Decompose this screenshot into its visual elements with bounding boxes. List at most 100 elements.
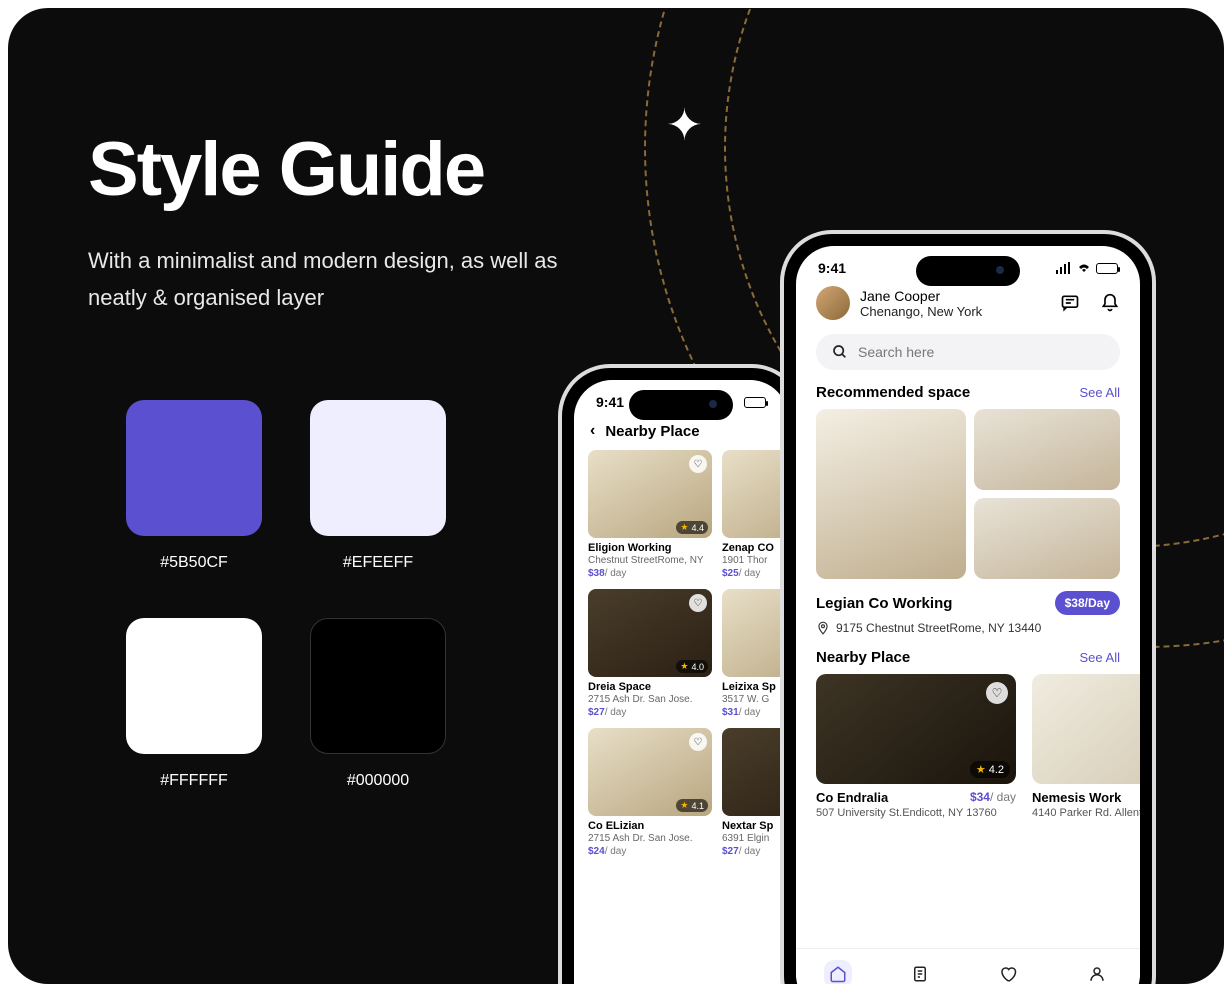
favorite-icon[interactable]: ♡ — [689, 455, 707, 473]
card-image: ♡ ★4.2 — [816, 674, 1016, 784]
nearby-card[interactable]: ♡ Leizixa Sp 3517 W. G $31/ day — [722, 589, 788, 718]
featured-space-address: 9175 Chestnut StreetRome, NY 13440 — [836, 621, 1041, 635]
back-icon[interactable]: ‹ — [590, 422, 595, 440]
card-location: 1901 Thor — [722, 555, 788, 566]
search-input[interactable]: Search here — [816, 334, 1120, 370]
card-title: Nemesis Work — [1032, 790, 1121, 805]
card-title: Zenap CO — [722, 542, 788, 554]
tab-bar: Home Order Favorite Profile — [796, 948, 1140, 984]
tab-home[interactable]: Home — [823, 960, 852, 985]
see-all-link[interactable]: See All — [1080, 385, 1120, 400]
favorite-icon[interactable]: ♡ — [689, 594, 707, 612]
recommended-image-large[interactable] — [816, 409, 966, 579]
phone-notch — [916, 256, 1020, 286]
card-location: 2715 Ash Dr. San Jose. — [588, 694, 712, 705]
location-icon — [816, 621, 830, 635]
card-title: Co Endralia — [816, 790, 888, 805]
page-title: Style Guide — [88, 126, 484, 213]
swatch-label: #FFFFFF — [160, 772, 228, 790]
signal-icon — [1056, 262, 1072, 274]
section-title-recommended: Recommended space — [816, 384, 970, 401]
card-image: ♡ — [722, 450, 788, 538]
card-price: $25/ day — [722, 568, 788, 579]
nearby-card[interactable]: ♡ Nemesis Work 4140 Parker Rd. Allent — [1032, 674, 1140, 819]
card-location: Chestnut StreetRome, NY — [588, 555, 712, 566]
swatch-label: #5B50CF — [160, 554, 228, 572]
color-swatches: #5B50CF #EFEEFF #FFFFFF #000000 — [124, 400, 448, 808]
swatch-white: #FFFFFF — [124, 618, 264, 808]
favorite-icon[interactable]: ♡ — [689, 733, 707, 751]
favorite-icon[interactable]: ♡ — [986, 682, 1008, 704]
card-price: $31/ day — [722, 707, 788, 718]
sparkle-icon: ✦ — [666, 100, 703, 151]
avatar[interactable] — [816, 286, 850, 320]
card-location: 507 University St.Endicott, NY 13760 — [816, 807, 1016, 819]
rating-chip: ★4.2 — [970, 761, 1010, 778]
user-location: Chenango, New York — [860, 304, 982, 319]
user-name: Jane Cooper — [860, 288, 982, 304]
tab-profile[interactable]: Profile — [1082, 960, 1113, 985]
card-price: $27/ day — [588, 707, 712, 718]
card-image: ♡ ★4.1 — [588, 728, 712, 816]
card-price: $34/ day — [970, 790, 1016, 805]
phone-notch — [629, 390, 733, 420]
card-image: ♡ ★4.0 — [588, 589, 712, 677]
battery-icon — [1096, 263, 1118, 274]
nearby-card[interactable]: ♡ Nextar Sp 6391 Elgin $27/ day — [722, 728, 788, 857]
card-image: ♡ — [1032, 674, 1140, 784]
card-location: 2715 Ash Dr. San Jose. — [588, 833, 712, 844]
page-subtitle: With a minimalist and modern design, as … — [88, 242, 568, 317]
card-image: ♡ — [722, 589, 788, 677]
swatch-chip — [126, 400, 262, 536]
chat-icon[interactable] — [1060, 293, 1080, 313]
star-icon: ★ — [976, 763, 986, 776]
rating-chip: ★4.1 — [676, 799, 708, 812]
swatch-chip — [126, 618, 262, 754]
star-icon: ★ — [680, 800, 688, 811]
featured-space-title: Legian Co Working — [816, 595, 952, 612]
swatch-chip — [310, 618, 446, 754]
price-pill: $38/Day — [1055, 591, 1120, 615]
nearby-card[interactable]: ♡ Zenap CO 1901 Thor $25/ day — [722, 450, 788, 579]
rating-chip: ★4.4 — [676, 521, 708, 534]
card-location: 4140 Parker Rd. Allent — [1032, 807, 1140, 819]
battery-icon — [744, 397, 766, 408]
star-icon: ★ — [680, 661, 688, 672]
profile-icon — [1083, 960, 1111, 985]
swatch-black: #000000 — [308, 618, 448, 808]
nearby-card[interactable]: ♡ ★4.1 Co ELizian 2715 Ash Dr. San Jose.… — [588, 728, 712, 857]
card-title: Co ELizian — [588, 820, 712, 832]
nearby-card[interactable]: ♡ ★4.2 Co Endralia $34/ day 507 Universi… — [816, 674, 1016, 819]
swatch-label: #000000 — [347, 772, 409, 790]
style-guide-card: ✦ Style Guide With a minimalist and mode… — [8, 8, 1224, 984]
home-icon — [824, 960, 852, 985]
heart-icon — [994, 960, 1022, 985]
card-title: Eligion Working — [588, 542, 712, 554]
status-time: 9:41 — [818, 260, 846, 276]
phone-mockup-secondary: 9:41 ‹ Nearby Place ♡ ★4.4 Eligion Worki… — [562, 368, 800, 984]
status-time: 9:41 — [596, 394, 624, 410]
see-all-link[interactable]: See All — [1080, 650, 1120, 665]
section-title-nearby: Nearby Place — [816, 649, 910, 666]
nearby-card[interactable]: ♡ ★4.4 Eligion Working Chestnut StreetRo… — [588, 450, 712, 579]
recommended-image-small[interactable] — [974, 409, 1120, 490]
nearby-card[interactable]: ♡ ★4.0 Dreia Space 2715 Ash Dr. San Jose… — [588, 589, 712, 718]
recommended-image-small[interactable] — [974, 498, 1120, 579]
swatch-label: #EFEEFF — [343, 554, 413, 572]
card-price: $24/ day — [588, 846, 712, 857]
card-price: $27/ day — [722, 846, 788, 857]
tab-order[interactable]: Order — [906, 960, 934, 985]
bell-icon[interactable] — [1100, 293, 1120, 313]
phone-mockup-primary: 9:41 Jane Cooper Chenango, New York — [784, 234, 1152, 984]
search-icon — [832, 344, 848, 360]
tab-favorite[interactable]: Favorite — [988, 960, 1028, 985]
swatch-primary: #5B50CF — [124, 400, 264, 590]
card-title: Leizixa Sp — [722, 681, 788, 693]
swatch-chip — [310, 400, 446, 536]
card-location: 3517 W. G — [722, 694, 788, 705]
rating-chip: ★4.0 — [676, 660, 708, 673]
screen-title: Nearby Place — [605, 423, 699, 440]
card-location: 6391 Elgin — [722, 833, 788, 844]
wifi-icon — [1076, 262, 1092, 274]
recommended-grid — [796, 409, 1140, 589]
